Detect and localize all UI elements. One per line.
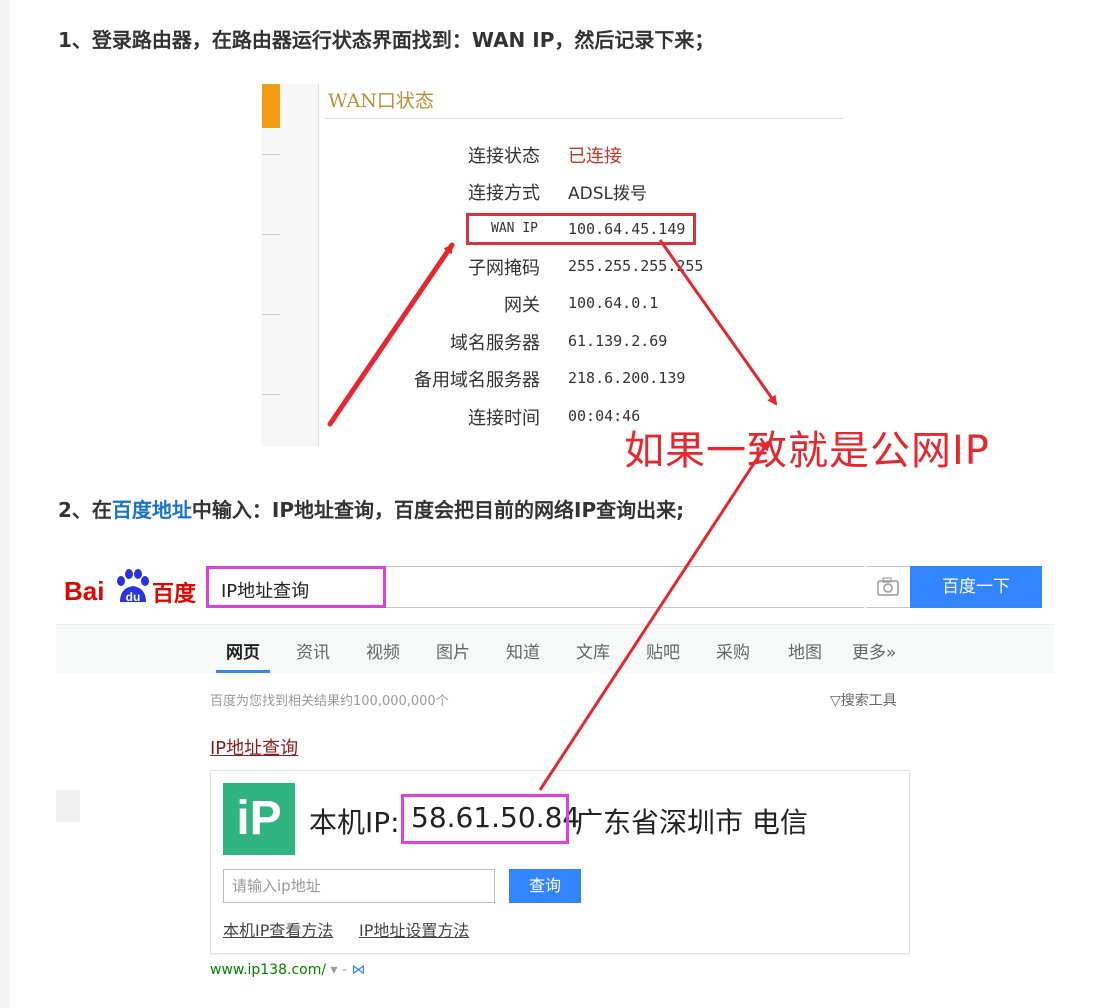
arrow-from-ip-result — [538, 440, 770, 791]
arrow-to-annotation — [658, 239, 778, 406]
arrow-to-wan-ip — [327, 242, 455, 427]
annotation-arrows — [327, 239, 778, 791]
